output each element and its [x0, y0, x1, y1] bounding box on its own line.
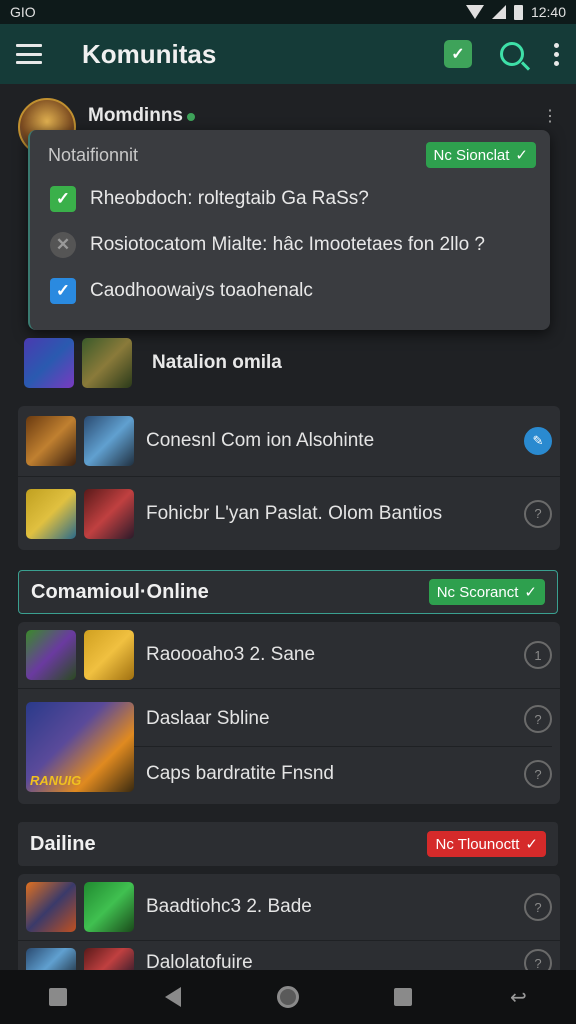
count-indicator[interactable]: 1 [524, 641, 552, 669]
game-icon [26, 882, 76, 932]
section-title: Dailine [30, 832, 96, 855]
check-icon: ✓ [515, 147, 528, 164]
game-icon [24, 338, 74, 388]
list-item[interactable]: Baadtiohc3 2. Bade ? [18, 874, 560, 940]
more-options-icon[interactable] [554, 42, 560, 66]
game-list-card: Conesnl Com ion Alsohinte ✎ Fohicbr L'ya… [18, 406, 560, 550]
game-icon [84, 948, 134, 970]
profile-more-icon[interactable]: ⋮ [542, 106, 558, 126]
game-icon [26, 416, 76, 466]
section-title: Comamioul·Online [31, 580, 209, 603]
content-area: Momdinns ⋮ Notaifionnit Nc Sionclat ✓ ✓ R… [0, 84, 576, 970]
edit-icon[interactable]: ? [524, 499, 552, 528]
list-item[interactable]: Raoooaho3 2. Sane 1 [18, 622, 560, 688]
game-icon [84, 488, 134, 539]
recents-button[interactable] [38, 988, 78, 1006]
section-header-dailine: Dailine Nc Tlounoctt ✓ [18, 822, 558, 866]
game-icon [26, 488, 76, 539]
game-icon [84, 882, 134, 932]
game-icon [82, 338, 132, 388]
search-button[interactable] [498, 40, 526, 68]
game-list-card: Baadtiohc3 2. Bade ? Dalolatofuire ? [18, 874, 560, 970]
checkbox-checked-icon[interactable]: ✓ [50, 186, 76, 212]
battery-icon [513, 4, 523, 20]
list-item[interactable]: Conesnl Com ion Alsohinte ✎ [18, 406, 560, 476]
list-item[interactable]: Daslaar Sbline ? [134, 692, 552, 746]
game-icon [84, 630, 134, 680]
back-icon [164, 987, 181, 1007]
check-shield-icon[interactable]: ✓ [444, 40, 472, 68]
list-item[interactable]: Caps bardratite Fnsnd ? [134, 747, 552, 801]
app-bar: Komunitas ✓ [0, 24, 576, 84]
clock: 12:40 [530, 4, 566, 20]
section-header-online: Comamioul·Online Nc Scoranct ✓ [18, 570, 558, 614]
system-nav-bar: ↩ [0, 970, 576, 1024]
search-icon [500, 42, 524, 66]
info-icon[interactable]: ✎ [524, 427, 552, 455]
list-item[interactable]: Dalolatofuire ? [18, 941, 560, 970]
status-badge[interactable]: Nc Tlounoctt ✓ [427, 831, 546, 857]
game-list-card: Raoooaho3 2. Sane 1 RANUIG Daslaar Sblin… [18, 622, 560, 804]
game-icon [26, 948, 76, 970]
list-item[interactable]: Fohicbr L'yan Paslat. Olom Bantios ? [18, 477, 560, 550]
edit-icon[interactable]: ? [524, 760, 552, 788]
carrier-label: GIO [10, 4, 36, 20]
undo-button[interactable]: ↩ [498, 985, 538, 1010]
check-icon: ✓ [525, 836, 538, 853]
notification-popup: Notaifionnit Nc Sionclat ✓ ✓ Rheobdoch: r… [28, 130, 550, 330]
page-title: Komunitas [82, 38, 217, 69]
status-bar: GIO 12:40 [0, 0, 576, 24]
back-triangle-button[interactable] [153, 987, 193, 1007]
edit-icon[interactable]: ? [524, 949, 552, 970]
popup-item[interactable]: ✓ Rheobdoch: roltegtaib Ga RaSs? [30, 176, 550, 222]
game-icon [84, 416, 134, 466]
home-icon [276, 986, 299, 1008]
home-button[interactable] [268, 986, 308, 1008]
profile-name: Momdinns [88, 105, 183, 126]
menu-icon[interactable] [16, 44, 42, 64]
wifi-icon [465, 5, 484, 19]
popup-title: Notaifionnit [48, 144, 139, 165]
featured-label: Natalion omila [152, 352, 282, 373]
game-icon [26, 630, 76, 680]
status-badge[interactable]: Nc Sionclat ✓ [425, 142, 536, 168]
popup-item[interactable]: ✕ Rosiotocatom Mialte: hâc Imootetaes fo… [30, 222, 550, 268]
status-badge[interactable]: Nc Scoranct ✓ [428, 579, 545, 605]
popup-item[interactable]: ✓ Caodhoowaiys toaohenalc [30, 268, 550, 314]
check-icon: ✓ [524, 584, 537, 601]
edit-icon[interactable]: ? [524, 705, 552, 733]
game-icon: RANUIG [26, 701, 134, 792]
overview-button[interactable] [383, 988, 423, 1006]
featured-row[interactable]: Natalion omila [24, 338, 282, 388]
recents-icon [48, 988, 67, 1006]
signal-icon [491, 5, 506, 19]
pending-icon[interactable]: ✕ [50, 232, 76, 258]
checkbox-checked-icon[interactable]: ✓ [50, 278, 76, 304]
square-icon [394, 988, 413, 1006]
online-dot [187, 113, 195, 121]
edit-icon[interactable]: ? [524, 893, 552, 921]
